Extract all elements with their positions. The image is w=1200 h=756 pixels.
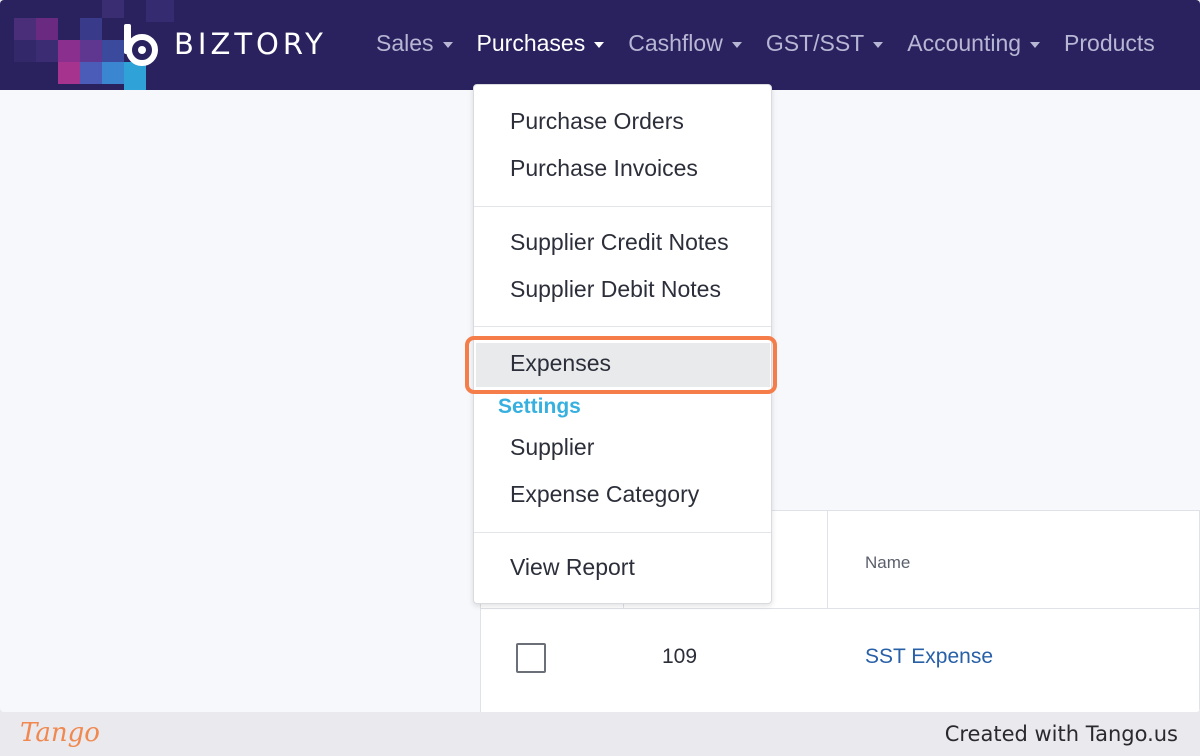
nav-item-label: Products xyxy=(1064,30,1155,56)
click-highlight-ring xyxy=(465,336,777,394)
biztory-logo-mark-icon xyxy=(120,22,164,66)
caret-down-icon xyxy=(594,42,605,48)
column-header-name[interactable]: Name xyxy=(865,553,910,573)
brand-name: BIZTORY xyxy=(174,27,327,61)
nav-item-cashflow[interactable]: Cashflow xyxy=(628,30,742,57)
nav-item-accounting[interactable]: Accounting xyxy=(907,30,1041,57)
row-name-link[interactable]: SST Expense xyxy=(865,645,993,669)
nav-item-label: Cashflow xyxy=(628,30,723,56)
menu-item-supplier-credit-notes[interactable]: Supplier Credit Notes xyxy=(510,229,729,256)
nav-item-label: Sales xyxy=(376,30,434,56)
app-window: BIZTORY Sales Purchases Cashflow GST/SST… xyxy=(0,0,1200,712)
tango-credit-text: Created with Tango.us xyxy=(944,722,1178,746)
menu-section-heading-settings: Settings xyxy=(498,395,581,418)
caret-down-icon xyxy=(731,42,742,48)
biztory-logo[interactable]: BIZTORY xyxy=(120,22,327,66)
nav-item-label: Accounting xyxy=(907,30,1022,56)
menu-item-expense-category[interactable]: Expense Category xyxy=(510,481,699,508)
nav-item-label: Purchases xyxy=(476,30,586,56)
caret-down-icon xyxy=(873,42,884,48)
row-select-checkbox[interactable] xyxy=(516,643,546,673)
nav-item-products[interactable]: Products xyxy=(1064,30,1155,57)
tango-logo: Tango xyxy=(20,718,100,748)
header-divider xyxy=(481,608,1199,609)
caret-down-icon xyxy=(1030,42,1041,48)
main-nav: Sales Purchases Cashflow GST/SST Account… xyxy=(376,30,1179,57)
nav-item-purchases[interactable]: Purchases xyxy=(477,30,605,57)
nav-item-sales[interactable]: Sales xyxy=(376,30,453,57)
top-navbar: BIZTORY Sales Purchases Cashflow GST/SST… xyxy=(0,0,1200,90)
menu-item-purchase-invoices[interactable]: Purchase Invoices xyxy=(510,155,698,182)
menu-item-purchase-orders[interactable]: Purchase Orders xyxy=(510,108,684,135)
nav-item-gst-sst[interactable]: GST/SST xyxy=(765,30,884,57)
column-divider xyxy=(827,511,828,608)
menu-divider xyxy=(474,326,771,327)
caret-down-icon xyxy=(442,42,453,48)
menu-divider xyxy=(474,206,771,207)
menu-item-supplier[interactable]: Supplier xyxy=(510,434,594,461)
row-id-cell: 109 xyxy=(662,645,698,668)
menu-item-view-report[interactable]: View Report xyxy=(510,554,635,581)
menu-item-supplier-debit-notes[interactable]: Supplier Debit Notes xyxy=(510,276,721,303)
menu-divider xyxy=(474,532,771,533)
tango-footer: Tango Created with Tango.us xyxy=(0,712,1200,756)
nav-item-label: GST/SST xyxy=(765,30,865,56)
